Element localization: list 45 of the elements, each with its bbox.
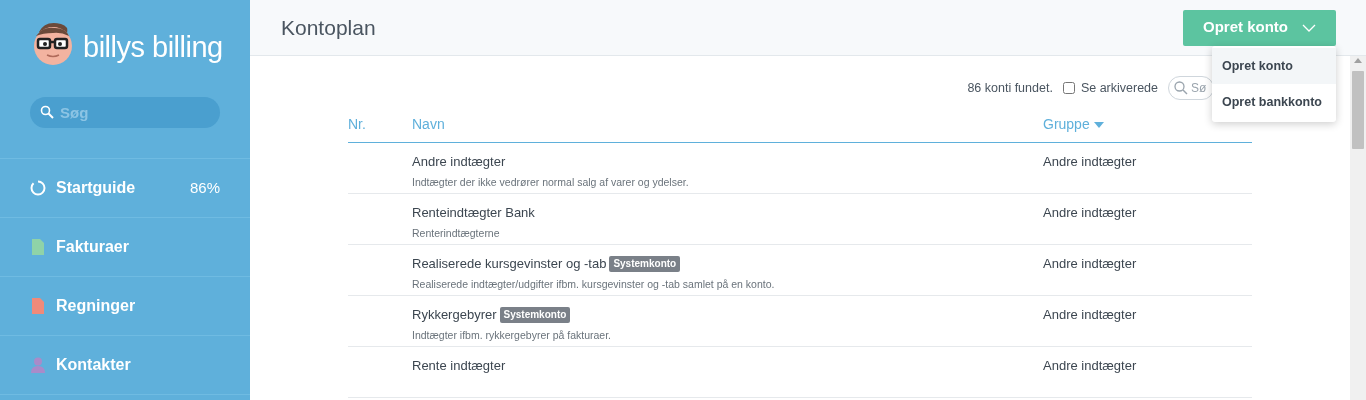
sidebar-item[interactable]: Fakturaer: [0, 218, 250, 277]
account-name: Renteindtægter Bank: [412, 204, 535, 222]
account-description: Renterindtægterne: [412, 225, 501, 241]
search-field[interactable]: Sø: [1168, 76, 1214, 100]
result-count: 86 konti fundet.: [967, 79, 1053, 97]
sidebar-item[interactable]: Kontakter: [0, 336, 250, 395]
scrollbar[interactable]: [1350, 56, 1366, 400]
account-description: Realiserede indtægter/udgifter ifbm. kursgevinster og -tab samlet på en konto.: [412, 276, 776, 292]
table-cell-text: Andre indtægter: [1043, 153, 1137, 171]
menu-item[interactable]: Opret konto: [1212, 48, 1336, 84]
account-name: Rykkergebyrer: [412, 306, 497, 324]
column-header[interactable]: Nr.: [348, 114, 412, 135]
progress-ring-icon: [30, 180, 46, 196]
account-description: Indtægter ifbm. rykkergebyrer på fakturaer.: [412, 327, 612, 343]
sort-down-icon: [1093, 121, 1104, 128]
search-icon: [1174, 81, 1188, 95]
table-cell-text: Andre indtægter: [1043, 357, 1137, 375]
account-name: Andre indtægter: [412, 153, 506, 171]
archived-checkbox[interactable]: [1062, 82, 1075, 94]
account-description: Indtægter der ikke vedrører normal salg af varer og ydelser.: [412, 174, 690, 190]
logo-text: billys billing: [83, 30, 223, 65]
progress-value: 86%: [189, 177, 220, 198]
table-cell-text: Andre indtægter: [1043, 306, 1137, 324]
system-account-badge: Systemkonto: [499, 306, 571, 323]
table-cell-text: Andre indtægter: [1043, 255, 1137, 273]
search-icon: [40, 105, 54, 119]
sidebar-label: Startguide: [56, 178, 137, 198]
sidebar-label: Fakturaer: [56, 237, 130, 257]
column-header[interactable]: Navn: [412, 114, 1043, 135]
logo-icon: [31, 20, 75, 66]
sidebar-item[interactable]: Regninger: [0, 277, 250, 336]
menu-item[interactable]: Opret bankkonto: [1212, 84, 1336, 120]
account-name: Rente indtægter: [412, 357, 506, 375]
column-header[interactable]: Gruppe: [1043, 114, 1104, 135]
account-name: Realiserede kursgevinster og -tab: [412, 255, 607, 273]
search-field[interactable]: Søg: [30, 97, 220, 128]
sidebar-item[interactable]: Startguide 86%: [0, 159, 250, 218]
page-title: Kontoplan: [281, 14, 376, 41]
sidebar-label: Kontakter: [56, 355, 132, 375]
sidebar-label: Regninger: [56, 296, 137, 316]
chevron-down-icon: [1302, 23, 1316, 32]
create-account-button[interactable]: Opret konto: [1183, 9, 1336, 46]
checkbox-label: Se arkiverede: [1080, 79, 1158, 97]
table-cell-text: Andre indtægter: [1043, 204, 1137, 222]
system-account-badge: Systemkonto: [609, 255, 681, 272]
